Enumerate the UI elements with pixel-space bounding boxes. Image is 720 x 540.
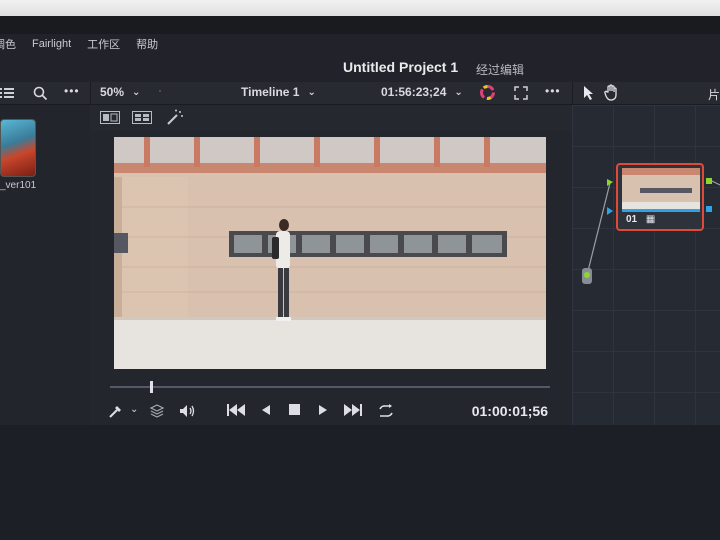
node-editor-panel: 01 ▦ <box>572 105 720 425</box>
skip-end-icon[interactable] <box>343 403 363 420</box>
grid-view-icon[interactable] <box>132 111 152 129</box>
node-input-handle[interactable] <box>582 268 592 284</box>
layers-icon[interactable] <box>149 403 165 422</box>
viewer-panel: ⌄ 01:00:01;56 <box>90 105 572 425</box>
node-label: 01 ▦ <box>626 214 655 225</box>
timeline-select[interactable]: Timeline 1 ⌄ <box>241 85 316 99</box>
scrub-bar[interactable] <box>110 386 550 388</box>
record-timecode: 01:00:01;56 <box>471 403 548 419</box>
skip-start-icon[interactable] <box>226 403 246 420</box>
viewer-subbar <box>90 105 572 131</box>
stop-icon[interactable] <box>288 403 301 420</box>
project-status: 经过编辑 <box>476 63 525 77</box>
more-icon[interactable]: ••• <box>64 84 80 98</box>
bezel-shadow <box>0 16 720 34</box>
media-pool-panel: _ver101 <box>0 105 90 425</box>
hand-icon[interactable] <box>604 84 620 101</box>
panel-label: 片 <box>708 88 720 102</box>
node-number: 01 <box>626 214 638 225</box>
chevron-down-icon: ⌄ <box>132 86 141 98</box>
bottom-panel <box>0 425 720 540</box>
fullscreen-icon[interactable] <box>514 86 528 100</box>
play-icon[interactable] <box>317 403 329 420</box>
more-icon[interactable]: ••• <box>545 84 561 98</box>
title-bar: Untitled Project 1 经过编辑 <box>0 54 720 82</box>
node-connections <box>587 178 720 272</box>
dot-icon: · <box>158 83 162 97</box>
clip-thumbnail[interactable] <box>0 119 36 177</box>
volume-icon[interactable] <box>178 403 196 422</box>
video-image[interactable] <box>114 137 546 369</box>
search-icon[interactable] <box>33 86 48 101</box>
project-title: Untitled Project 1 <box>343 59 459 75</box>
menu-item-color[interactable]: 调色 <box>0 36 16 52</box>
source-timecode-value: 01:56:23;24 <box>381 85 447 99</box>
zoom-select[interactable]: 50% ⌄ <box>100 85 140 99</box>
color-node[interactable]: 01 ▦ <box>616 163 704 231</box>
eyedropper-icon[interactable] <box>108 403 124 422</box>
split-view-icon[interactable] <box>100 111 120 129</box>
timeline-name: Timeline 1 <box>241 85 300 99</box>
chevron-down-icon[interactable]: ⌄ <box>130 404 138 415</box>
chevron-down-icon: ⌄ <box>307 86 316 98</box>
source-timecode[interactable]: 01:56:23;24 ⌄ <box>381 85 463 99</box>
menu-item-workspace[interactable]: 工作区 <box>87 36 120 52</box>
loop-icon[interactable] <box>376 403 396 422</box>
play-reverse-icon[interactable] <box>260 403 272 420</box>
grid-icon: ▦ <box>645 214 656 225</box>
playhead-handle[interactable] <box>150 381 153 393</box>
zoom-value: 50% <box>100 85 125 99</box>
menu-bar: 调色 Fairlight 工作区 帮助 <box>0 34 720 54</box>
magic-wand-icon[interactable] <box>166 109 184 131</box>
color-wheel-icon[interactable] <box>479 84 496 101</box>
transport-controls: ⌄ 01:00:01;56 <box>90 401 572 425</box>
viewer-toolbar: ••• 50% ⌄ · Timeline 1 ⌄ 01:56:23;24 ⌄ •… <box>0 82 720 105</box>
chevron-down-icon: ⌄ <box>454 86 463 98</box>
menu-item-fairlight[interactable]: Fairlight <box>32 38 71 50</box>
menu-item-help[interactable]: 帮助 <box>136 36 158 52</box>
video-frame <box>114 137 546 369</box>
list-icon[interactable] <box>0 86 16 100</box>
pointer-icon[interactable] <box>582 85 595 101</box>
node-thumbnail <box>622 168 700 212</box>
clip-label: _ver101 <box>0 180 37 191</box>
